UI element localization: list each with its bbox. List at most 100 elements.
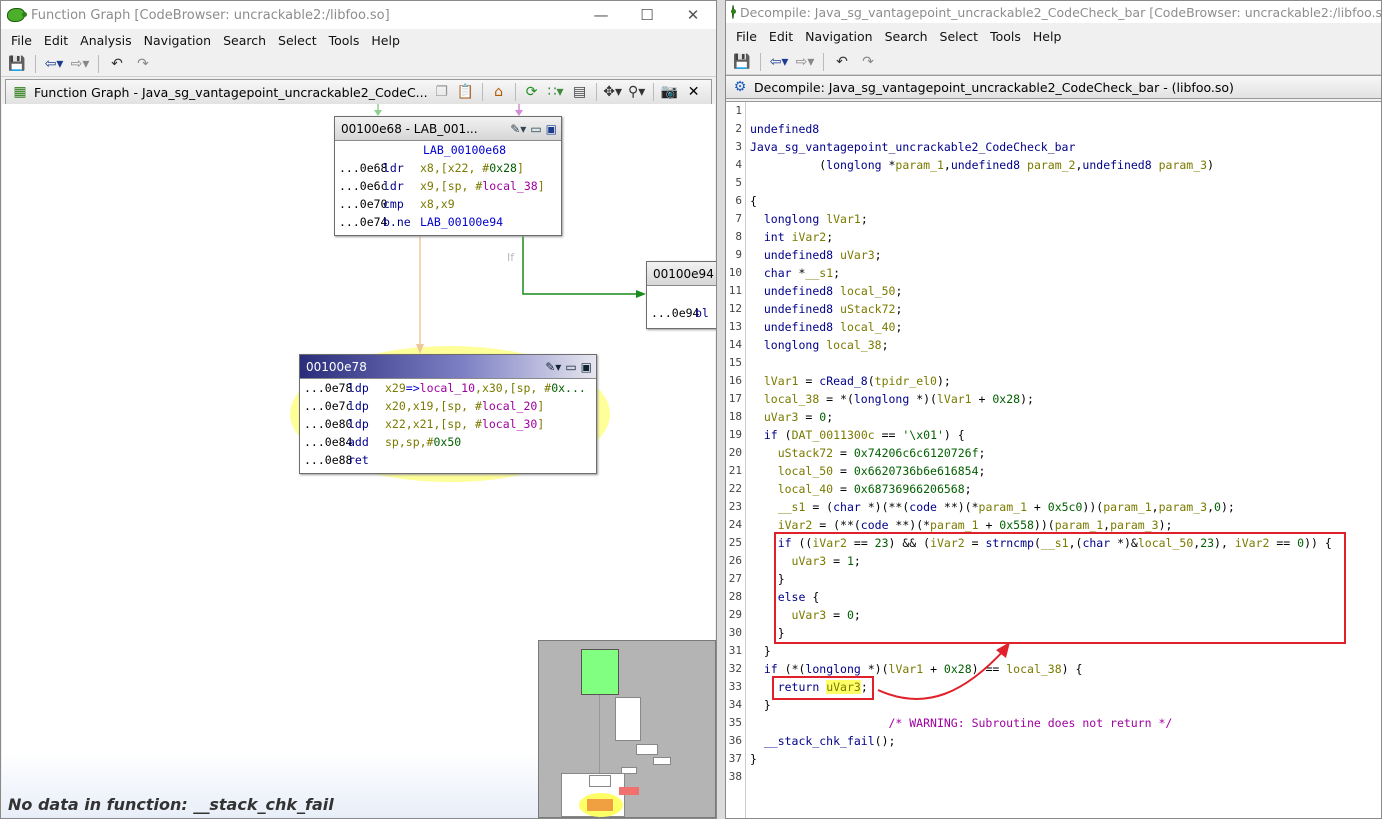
code-token: iVar2 (777, 518, 813, 532)
block-header[interactable]: 00100e78 ✎▾ ▭ ▣ (300, 355, 596, 379)
window-gap (717, 0, 725, 819)
menu-tools[interactable]: Tools (984, 29, 1027, 44)
asm-line[interactable]: ...0e70cmp x8,x9 (335, 195, 561, 213)
asm-line[interactable]: ...0e7cldp x20,x19,[sp, #local_20] (300, 397, 596, 415)
code-line[interactable] (750, 768, 1380, 786)
menu-search[interactable]: Search (217, 33, 272, 48)
block-header[interactable]: 00100e94 - (647, 262, 716, 286)
snapshot-icon[interactable]: 📷 (660, 82, 680, 102)
decompile-view[interactable]: 1 2 3 4 5 6 7 8 9 10 11 12 13 14 15 16 17 18 19 20 21 22 23 24 2… (726, 101, 1381, 818)
save-icon[interactable]: 💾 (7, 54, 27, 74)
code-line[interactable]: local_50 = 0x6620736b6e616854; (750, 462, 1380, 480)
asm-line[interactable]: ...0e80ldp x22,x21,[sp, #local_30] (300, 415, 596, 433)
graph-block-00100e68[interactable]: 00100e68 - LAB_001... ✎▾ ▭ ▣ LAB_00100e6… (334, 116, 562, 236)
asm-address: ...0e80 (304, 417, 353, 431)
edit-icon[interactable]: ✎▾ (545, 360, 561, 374)
code-line[interactable]: /* WARNING: Subroutine does not return *… (750, 714, 1380, 732)
menu-tools[interactable]: Tools (323, 33, 366, 48)
menu-edit[interactable]: Edit (38, 33, 74, 48)
asm-operand: ] (516, 161, 524, 175)
home-icon[interactable]: ⌂ (489, 82, 509, 102)
menu-file[interactable]: File (5, 33, 38, 48)
paste-icon[interactable]: 📋 (456, 82, 476, 102)
menu-help[interactable]: Help (365, 33, 406, 48)
window-icon[interactable]: ▭ (530, 122, 541, 136)
code-line[interactable]: Java_sg_vantagepoint_uncrackable2_CodeCh… (750, 138, 1380, 156)
status-message: No data in function: __stack_chk_fail (8, 795, 334, 814)
close-button[interactable]: ✕ (670, 6, 716, 24)
code-line[interactable]: local_40 = 0x68736966206568; (750, 480, 1380, 498)
graph-block-00100e78[interactable]: 00100e78 ✎▾ ▭ ▣ ...0e78ldp x29=>local_10,… (299, 354, 597, 474)
code-line[interactable]: if (DAT_0011300c == '\x01') { (750, 426, 1380, 444)
edit-icon[interactable]: ✎▾ (510, 122, 526, 136)
code-line[interactable]: __s1 = (char *)(**(code **)(*param_1 + 0… (750, 498, 1380, 516)
undo-icon[interactable]: ↶ (107, 54, 127, 74)
menu-analysis[interactable]: Analysis (74, 33, 138, 48)
menu-file[interactable]: File (730, 29, 763, 44)
code-line[interactable]: } (750, 750, 1380, 768)
copy-icon[interactable]: ❐ (432, 82, 452, 102)
maximize-button[interactable]: ☐ (624, 6, 670, 24)
code-line[interactable]: local_38 = *(longlong *)(lVar1 + 0x28); (750, 390, 1380, 408)
fullscreen-icon[interactable]: ▣ (581, 360, 592, 374)
line-number: 18 (728, 410, 742, 423)
code-line[interactable]: (longlong *param_1,undefined8 param_2,un… (750, 156, 1380, 174)
code-line[interactable]: undefined8 uStack72; (750, 300, 1380, 318)
code-line[interactable] (750, 102, 1380, 120)
refresh-icon[interactable]: ⟳ (522, 82, 542, 102)
code-line[interactable]: undefined8 (750, 120, 1380, 138)
code-line[interactable]: longlong lVar1; (750, 210, 1380, 228)
code-line[interactable]: longlong local_38; (750, 336, 1380, 354)
menu-edit[interactable]: Edit (763, 29, 799, 44)
fullscreen-icon[interactable]: ▣ (546, 122, 557, 136)
forward-arrow-icon[interactable]: ⇨▾ (795, 52, 815, 72)
back-arrow-icon[interactable]: ⇦▾ (769, 52, 789, 72)
menu-search[interactable]: Search (879, 29, 934, 44)
save-icon[interactable]: 💾 (732, 52, 752, 72)
code-line[interactable]: undefined8 uVar3; (750, 246, 1380, 264)
asm-line[interactable]: ...0e84add sp,sp,#0x50 (300, 433, 596, 451)
code-line[interactable]: int iVar2; (750, 228, 1380, 246)
graph-block-00100e94[interactable]: 00100e94 - ...0e94bl (646, 261, 716, 329)
menu-select[interactable]: Select (934, 29, 985, 44)
code-line[interactable]: __stack_chk_fail(); (750, 732, 1380, 750)
zoom-icon[interactable]: ⚲▾ (627, 82, 647, 102)
menu-navigation[interactable]: Navigation (799, 29, 878, 44)
asm-line[interactable]: ...0e88ret (300, 451, 596, 469)
block-header[interactable]: 00100e68 - LAB_001... ✎▾ ▭ ▣ (335, 117, 561, 141)
close-panel-icon[interactable]: ✕ (684, 82, 704, 102)
code-line[interactable]: lVar1 = cRead_8(tpidr_el0); (750, 372, 1380, 390)
satellite-view[interactable] (538, 640, 716, 818)
code-line[interactable]: { (750, 192, 1380, 210)
asm-line[interactable]: ...0e74b.ne LAB_00100e94 (335, 213, 561, 231)
format-icon[interactable]: ▤ (570, 82, 590, 102)
menu-navigation[interactable]: Navigation (138, 33, 217, 48)
asm-line[interactable]: ...0e94bl (647, 304, 716, 322)
asm-line[interactable]: ...0e78ldp x29=>local_10,x30,[sp, #0x... (300, 379, 596, 397)
menu-select[interactable]: Select (272, 33, 323, 48)
back-arrow-icon[interactable]: ⇦▾ (44, 54, 64, 74)
undo-icon[interactable]: ↶ (832, 52, 852, 72)
asm-line[interactable]: ...0e68ldr x8,[x22, #0x28] (335, 159, 561, 177)
menu-help[interactable]: Help (1027, 29, 1068, 44)
redo-icon[interactable]: ↷ (133, 54, 153, 74)
forward-arrow-icon[interactable]: ⇨▾ (70, 54, 90, 74)
title-bar[interactable]: Decompile: Java_sg_vantagepoint_uncracka… (726, 1, 1381, 23)
code-line[interactable]: } (750, 642, 1380, 660)
code-line[interactable] (750, 174, 1380, 192)
code-line[interactable]: char *__s1; (750, 264, 1380, 282)
code-line[interactable]: uStack72 = 0x74206c6c6120726f; (750, 444, 1380, 462)
graph-canvas[interactable]: If 00100e68 - LAB_001... ✎▾ ▭ ▣ LAB_0010… (2, 104, 716, 818)
asm-line[interactable]: ...0e6cldr x9,[sp, #local_38] (335, 177, 561, 195)
window-icon[interactable]: ▭ (565, 360, 576, 374)
code-line[interactable]: undefined8 local_40; (750, 318, 1380, 336)
code-line[interactable]: uVar3 = 0; (750, 408, 1380, 426)
redo-icon[interactable]: ↷ (858, 52, 878, 72)
code-line[interactable] (750, 354, 1380, 372)
code-line[interactable]: undefined8 local_50; (750, 282, 1380, 300)
navigate-icon[interactable]: ✥▾ (603, 82, 623, 102)
layout-icon[interactable]: ∷▾ (546, 82, 566, 102)
title-bar[interactable]: Function Graph [CodeBrowser: uncrackable… (1, 1, 716, 29)
minimize-button[interactable]: — (578, 6, 624, 24)
